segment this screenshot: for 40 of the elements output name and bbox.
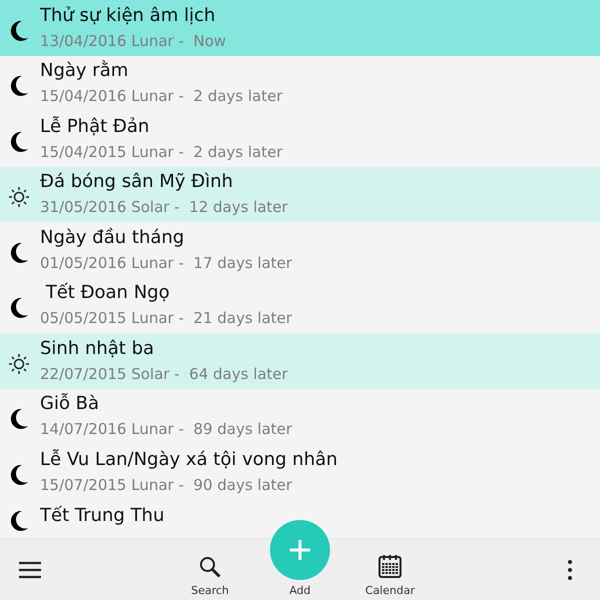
sun-icon xyxy=(8,352,30,375)
event-title: Ngày rằm xyxy=(40,59,128,84)
event-title: Sinh nhật ba xyxy=(40,336,154,361)
event-title: Tết Đoan Ngọ xyxy=(44,281,170,306)
event-title: Ngày đầu tháng xyxy=(40,226,184,250)
moon-icon xyxy=(9,130,29,153)
calendar-icon xyxy=(378,554,402,578)
moon-icon xyxy=(9,510,29,532)
event-date: 15/04/2016 Lunar - 2 days later xyxy=(40,86,283,108)
event-title: Giỗ Bà xyxy=(40,392,100,416)
event-title: Lễ Phật Đản xyxy=(40,114,150,139)
event-title: Lễ Vu Lan/Ngày xá tội vong nhân xyxy=(40,448,338,472)
event-title: Tết Trung Thu xyxy=(40,504,164,528)
event-row[interactable]: Sinh nhật ba 22/07/2015 Solar - 64 days later xyxy=(0,333,600,388)
moon-icon xyxy=(9,20,29,42)
moon-icon xyxy=(9,408,29,430)
event-row[interactable]: Đá bóng sân Mỹ Đình 31/05/2016 Solar - 12 days later xyxy=(0,166,600,222)
event-row[interactable]: Thử sự kiện âm lịch 13/04/2016 Lunar - Now xyxy=(0,0,600,56)
search-icon xyxy=(199,556,221,578)
plus-icon xyxy=(290,540,310,560)
moon-icon xyxy=(9,242,29,264)
event-date: 15/04/2015 Lunar - 2 days later xyxy=(40,142,283,163)
calendar-button[interactable]: Calendar xyxy=(345,540,435,600)
event-date: 15/07/2015 Lunar - 90 days later xyxy=(40,474,292,496)
event-date: 14/07/2016 Lunar - 89 days later xyxy=(40,419,292,440)
sun-icon xyxy=(8,186,30,208)
event-date: 13/04/2016 Lunar - Now xyxy=(40,30,226,52)
menu-icon[interactable] xyxy=(19,561,41,579)
event-date: 22/07/2015 Solar - 64 days later xyxy=(40,364,288,385)
add-button[interactable]: Add xyxy=(255,584,345,600)
moon-icon xyxy=(9,464,29,486)
event-title: Thử sự kiện âm lịch xyxy=(40,4,216,28)
search-button[interactable]: Search xyxy=(165,540,255,600)
moon-icon xyxy=(9,297,29,320)
event-title: Đá bóng sân Mỹ Đình xyxy=(40,170,233,194)
event-date: 01/05/2016 Lunar - 17 days later xyxy=(40,252,292,274)
moon-icon xyxy=(9,75,29,98)
event-date: 31/05/2016 Solar - 12 days later xyxy=(40,197,288,218)
more-icon[interactable] xyxy=(567,559,573,581)
event-date: 05/05/2015 Lunar - 21 days later xyxy=(40,308,292,330)
